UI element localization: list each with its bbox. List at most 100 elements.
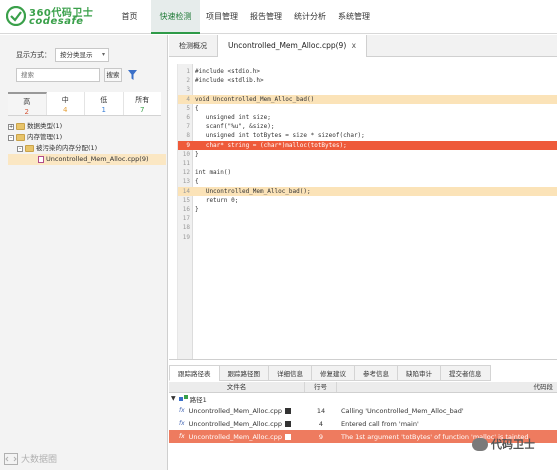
code-line[interactable]: 15 return 0; — [178, 196, 557, 205]
code-line[interactable]: 16} — [178, 205, 557, 214]
trace-tabs: 跟踪路径表 跟踪路径图 详细信息 修复建议 参考信息 缺陷审计 提交者信息 — [169, 365, 491, 381]
watermark-right: 代码卫士 — [472, 436, 535, 452]
code-line[interactable]: 8 unsigned int totBytes = size * sizeof(… — [178, 131, 557, 140]
tree-item-tainted-alloc[interactable]: - 被污染的内存分配(1) — [8, 143, 166, 154]
code-text: Uncontrolled_Mem_Alloc_bad(); — [195, 187, 311, 195]
code-line[interactable]: 19 — [178, 233, 557, 242]
code-line[interactable]: 18 — [178, 223, 557, 232]
code-line[interactable]: 14 Uncontrolled_Mem_Alloc_bad(); — [178, 186, 557, 196]
tree-item-label: Uncontrolled_Mem_Alloc.cpp(9) — [46, 155, 149, 163]
path-group-row[interactable]: ▼ 路径1 — [169, 393, 557, 404]
severity-tabs: 高 2 中 4 低 1 所有 7 — [8, 92, 161, 116]
code-line[interactable]: 1 #include <stdio.h> — [178, 67, 557, 76]
line-number: 15 — [182, 196, 190, 204]
trace-table: 文件名 行号 代码段 ▼ 路径1 fx Uncontrolled_Mem_All… — [169, 382, 557, 443]
tree-item-label: 数据类型(1) — [27, 122, 63, 130]
tab-trace-graph[interactable]: 跟踪路径图 — [218, 365, 268, 381]
code-line[interactable]: 12 int main() — [178, 168, 557, 177]
watermark-left-text: 大数据圈 — [21, 455, 58, 465]
search-input[interactable] — [16, 68, 100, 82]
code-text: unsigned int size; — [195, 114, 271, 121]
column-header-code[interactable]: 代码段 — [337, 382, 557, 392]
editor-tabs: 检测概况 Uncontrolled_Mem_Alloc.cpp(9) x — [169, 35, 557, 57]
tab-details[interactable]: 详细信息 — [268, 365, 311, 381]
tab-label: Uncontrolled_Mem_Alloc.cpp(9) — [228, 41, 347, 50]
column-header-line[interactable]: 行号 — [305, 382, 337, 392]
display-mode-select[interactable]: 按分类显示 ▾ — [55, 48, 109, 62]
severity-tab-all[interactable]: 所有 7 — [124, 92, 162, 115]
logo-mark-icon — [6, 6, 26, 26]
code-text: return 0; — [195, 196, 239, 204]
book-icon[interactable] — [284, 407, 291, 414]
table-row[interactable]: fx Uncontrolled_Mem_Alloc.cpp 14 Calling… — [169, 404, 557, 417]
tab-trace-table[interactable]: 跟踪路径表 — [169, 365, 219, 381]
function-icon: fx — [179, 407, 185, 414]
book-icon[interactable] — [284, 433, 291, 440]
code-line[interactable]: 7 scanf("%u", &size); — [178, 122, 557, 131]
line-number: 4 — [186, 95, 190, 103]
close-icon[interactable]: x — [352, 41, 356, 50]
tab-audit[interactable]: 缺陷审计 — [397, 365, 440, 381]
expand-icon[interactable]: + — [8, 123, 14, 130]
line-number: 10 — [182, 150, 190, 158]
watermark-left: 大数据圈 — [4, 452, 57, 465]
tree-item-data-type[interactable]: + 数据类型(1) — [8, 121, 166, 132]
book-icon[interactable] — [284, 420, 291, 427]
line-number: 12 — [182, 169, 190, 177]
watermark-right-text: 代码卫士 — [491, 438, 535, 451]
table-row[interactable]: fx Uncontrolled_Mem_Alloc.cpp 4 Entered … — [169, 417, 557, 430]
nav-statistics[interactable]: 统计分析 — [288, 0, 332, 34]
column-header-file[interactable]: 文件名 — [169, 382, 305, 392]
nav-home[interactable]: 首页 — [108, 0, 151, 34]
nav-quick-scan[interactable]: 快速检测 — [151, 0, 200, 34]
code-line[interactable]: 4 void Uncontrolled_Mem_Alloc_bad() — [178, 94, 557, 104]
tree-item-file[interactable]: Uncontrolled_Mem_Alloc.cpp(9) — [8, 154, 166, 165]
tab-fix-advice[interactable]: 修复建议 — [311, 365, 354, 381]
tab-overview[interactable]: 检测概况 — [169, 35, 217, 57]
line-cell: 9 — [318, 432, 324, 441]
code-line-error[interactable]: 9 char* string = (char*)malloc(totBytes)… — [178, 140, 557, 150]
code-text: #include <stdlib.h> — [195, 77, 264, 85]
code-line[interactable]: 11 — [178, 159, 557, 168]
collapse-icon[interactable]: - — [17, 145, 23, 152]
severity-tab-high[interactable]: 高 2 — [8, 92, 47, 116]
code-line[interactable]: 2 #include <stdlib.h> — [178, 76, 557, 85]
search-button[interactable]: 搜索 — [104, 68, 122, 82]
collapse-icon[interactable]: - — [8, 134, 14, 141]
code-text: { — [195, 104, 199, 112]
code-line[interactable]: 6 unsigned int size; — [178, 113, 557, 122]
code-line[interactable]: 17 — [178, 214, 557, 223]
filter-icon[interactable] — [128, 70, 137, 80]
main-panel: 检测概况 Uncontrolled_Mem_Alloc.cpp(9) x 1 #i… — [169, 35, 557, 470]
code-text: } — [195, 150, 199, 158]
severity-tab-medium[interactable]: 中 4 — [47, 92, 85, 115]
folder-icon — [16, 134, 25, 141]
file-cell: fx Uncontrolled_Mem_Alloc.cpp — [169, 433, 305, 441]
line-number: 16 — [182, 206, 190, 213]
code-line[interactable]: 13 { — [178, 177, 557, 186]
severity-tab-low[interactable]: 低 1 — [85, 92, 124, 115]
code-editor[interactable]: 1 #include <stdio.h> 2 #include <stdlib.h> 3… — [177, 64, 557, 382]
logo[interactable]: 360代码卫士 codesafe — [6, 4, 98, 30]
nav-reports[interactable]: 报告管理 — [244, 0, 288, 34]
code-text: scanf("%u", &size); — [195, 123, 275, 131]
severity-name: 高 — [23, 98, 31, 106]
folder-icon — [16, 123, 25, 130]
line-number: 13 — [182, 178, 190, 186]
nav-system[interactable]: 系统管理 — [332, 0, 376, 34]
chevron-down-icon: ▾ — [101, 51, 105, 58]
code-line[interactable]: 10} — [178, 150, 557, 159]
line-number: 18 — [182, 224, 190, 232]
severity-name: 中 — [61, 96, 69, 104]
tree-item-memory-management[interactable]: - 内存管理(1) — [8, 132, 166, 143]
code-line[interactable]: 5{ — [178, 104, 557, 113]
nav-projects[interactable]: 项目管理 — [200, 0, 244, 34]
tab-committer[interactable]: 提交者信息 — [440, 365, 491, 381]
code-line[interactable]: 3 — [178, 85, 557, 94]
collapse-triangle-icon[interactable]: ▼ — [171, 395, 176, 402]
tab-references[interactable]: 参考信息 — [354, 365, 397, 381]
tab-source-file[interactable]: Uncontrolled_Mem_Alloc.cpp(9) x — [217, 35, 368, 57]
severity-name: 所有 — [135, 96, 150, 104]
